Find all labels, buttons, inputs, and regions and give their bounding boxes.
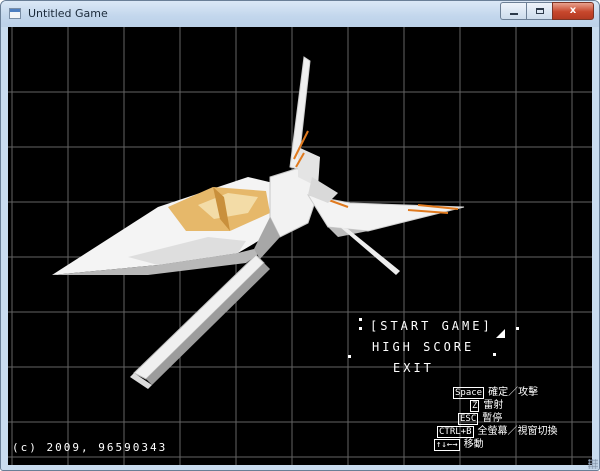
control-action: 雷射 [483,400,504,411]
control-hint-row: ↑↓←→ 移動 [434,439,484,451]
maximize-icon [535,8,544,14]
menu-selector-right: ] [482,319,493,333]
copyright-text: (c) 2009, 96590343 [12,441,168,454]
caption-buttons: x [500,2,594,21]
menu-high-score-label: HIGH SCORE [372,340,475,354]
menu-corner-triangle [496,329,505,338]
resize-grip-icon[interactable] [588,459,598,469]
menu-high-score[interactable]: HIGH SCORE [372,340,474,354]
maximize-button[interactable] [526,2,552,20]
menu-exit-label: EXIT [393,361,434,375]
app-window-icon [9,8,21,19]
menu-corner-dot [359,318,362,321]
menu-selector-left: [ [370,319,381,333]
minimize-button[interactable] [500,2,526,20]
control-hint-row: CTRL+B 全螢幕／視窗切換 [437,426,558,438]
arrow-keys-icon: ↑↓←→ [434,439,460,451]
menu-start-game[interactable]: [START GAME] [368,319,495,333]
close-icon: x [569,5,577,16]
game-scene [8,27,592,465]
menu-start-label: START GAME [380,319,483,333]
menu-exit[interactable]: EXIT [393,361,434,375]
ship-lower-strut [340,227,400,275]
game-viewport[interactable]: [START GAME] HIGH SCORE EXIT Space 確定／攻擊… [8,27,592,465]
control-action: 確定／攻擊 [488,387,539,398]
menu-corner-dot [516,327,519,330]
control-hint-row: ESC 暫停 [458,413,502,425]
control-key: Z [470,400,480,412]
control-key: ESC [458,413,479,425]
control-key: CTRL+B [437,426,474,438]
menu-corner-dot [359,327,362,330]
control-hint-row: Space 確定／攻擊 [453,387,538,399]
minimize-icon [509,13,518,15]
window-title: Untitled Game [28,7,108,20]
control-action: 暫停 [482,413,503,424]
menu-corner-dot [493,353,496,356]
control-action: 全螢幕／視窗切換 [477,426,558,437]
close-button[interactable]: x [552,2,594,20]
control-key: Space [453,387,485,399]
control-hint-row: Z 雷射 [470,400,503,412]
control-action: 移動 [463,439,484,450]
title-bar[interactable]: Untitled Game x [1,1,599,27]
menu-corner-dot [348,355,351,358]
game-window: Untitled Game x [START GAME] HIGH SCORE … [0,0,600,471]
